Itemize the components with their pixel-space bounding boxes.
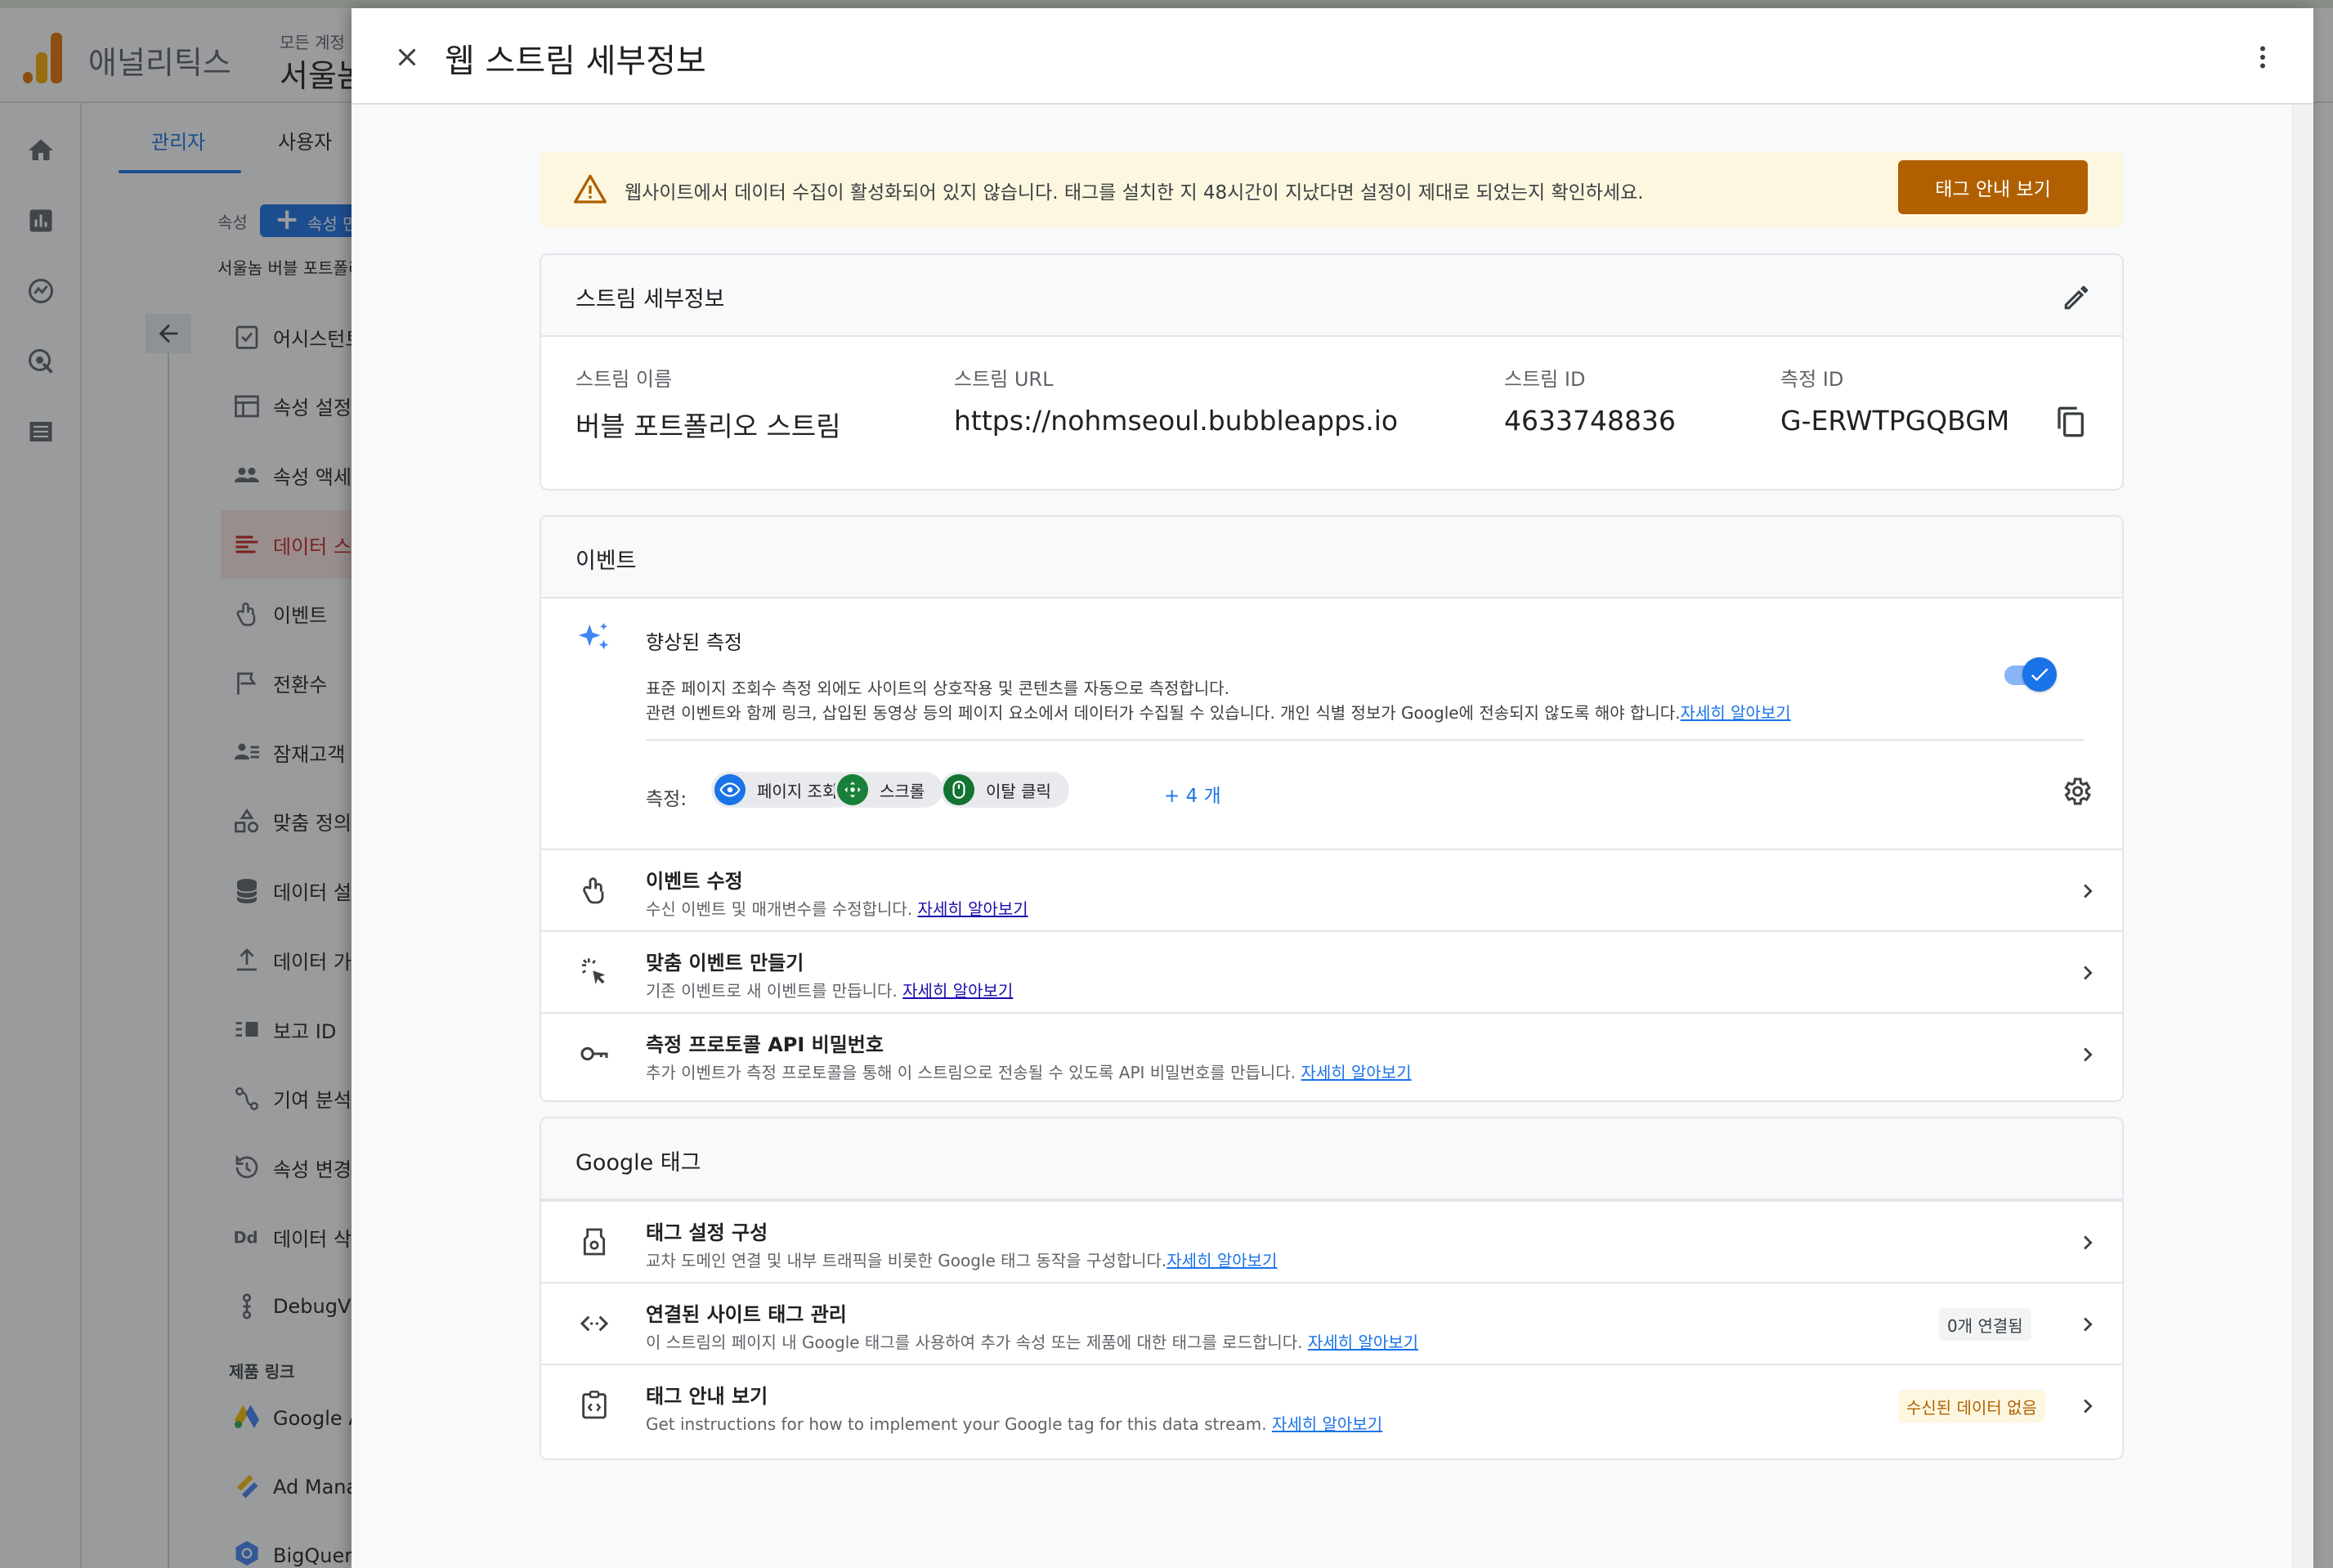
stream-id-label: 스트림 ID (1504, 368, 1586, 391)
learn-more-link[interactable]: 자세히 알아보기 (1272, 1414, 1382, 1434)
learn-more-link[interactable]: 자세히 알아보기 (918, 899, 1028, 919)
touch-icon (575, 871, 613, 909)
measurement-id-field: 측정 ID G-ERWTPGQBGM (1780, 363, 2009, 437)
chip-label: 페이지 조회 (757, 781, 838, 801)
row-desc-text: 이 스트림의 페이지 내 Google 태그를 사용하여 추가 속성 또는 제품… (646, 1333, 1303, 1352)
custom-event-icon (575, 953, 613, 991)
stream-details-header: 스트림 세부정보 (541, 255, 2122, 337)
more-vert-icon[interactable] (2243, 38, 2282, 77)
stream-url-field: 스트림 URL https://nohmseoul.bubbleapps.io (954, 363, 1398, 437)
enhanced-measurement-title: 향상된 측정 (646, 631, 743, 654)
gear-icon[interactable] (2057, 772, 2096, 811)
chevron-right-icon (2070, 1388, 2106, 1424)
learn-more-link[interactable]: 자세히 알아보기 (1166, 1251, 1277, 1270)
row-desc: Get instructions for how to implement yo… (646, 1411, 1382, 1435)
row-title: 태그 설정 구성 (646, 1221, 768, 1244)
key-icon (575, 1035, 613, 1073)
events-header: 이벤트 (541, 517, 2122, 598)
enhanced-measurement-desc-2: 관련 이벤트와 함께 링크, 삽입된 동영상 등의 페이지 요소에서 데이터가 … (646, 700, 1791, 724)
row-desc-text: 교차 도메인 연결 및 내부 트래픽을 비롯한 Google 태그 동작을 구성… (646, 1251, 1167, 1270)
close-icon[interactable] (387, 38, 427, 77)
row-title: 맞춤 이벤트 만들기 (646, 952, 804, 974)
divider (646, 739, 2084, 741)
stream-id-field: 스트림 ID 4633748836 (1504, 363, 1676, 437)
row-desc-text: 추가 이벤트가 측정 프로토콜을 통해 이 스트림으로 전송될 수 있도록 AP… (646, 1063, 1296, 1082)
warning-icon (574, 173, 607, 206)
no-data-badge: 수신된 데이터 없음 (1898, 1390, 2045, 1422)
row-desc-text: 기존 이벤트로 새 이벤트를 만듭니다. (646, 981, 898, 1001)
chip-scroll: 스크롤 (834, 772, 943, 808)
panel-title: 웹 스트림 세부정보 (445, 43, 706, 80)
row-title: 태그 안내 보기 (646, 1385, 768, 1408)
stream-url-label: 스트림 URL (954, 368, 1054, 391)
row-desc: 교차 도메인 연결 및 내부 트래픽을 비롯한 Google 태그 동작을 구성… (646, 1248, 1277, 1271)
row-desc-text: 수신 이벤트 및 매개변수를 수정합니다. (646, 899, 913, 919)
row-desc: 이 스트림의 페이지 내 Google 태그를 사용하여 추가 속성 또는 제품… (646, 1329, 1418, 1353)
modify-events-row[interactable]: 이벤트 수정 수신 이벤트 및 매개변수를 수정합니다. 자세히 알아보기 (541, 849, 2122, 930)
google-tag-heading: Google 태그 (575, 1150, 701, 1176)
google-tag-card: Google 태그 태그 설정 구성 교차 도메인 연결 및 내부 트래픽을 비… (540, 1117, 2124, 1460)
stream-url-value: https://nohmseoul.bubbleapps.io (954, 405, 1399, 437)
alert-message: 웹사이트에서 데이터 수집이 활성화되어 있지 않습니다. 태그를 설치한 지 … (625, 182, 1644, 204)
stream-name-field: 스트림 이름 버블 포트폴리오 스트림 (575, 363, 841, 444)
stream-id-value: 4633748836 (1504, 405, 1676, 437)
row-desc: 추가 이벤트가 측정 프로토콜을 통해 이 스트림으로 전송될 수 있도록 AP… (646, 1060, 1412, 1083)
enhanced-measurement-desc-text: 관련 이벤트와 함께 링크, 삽입된 동영상 등의 페이지 요소에서 데이터가 … (646, 703, 1681, 723)
code-icon (575, 1305, 613, 1342)
stream-details-heading: 스트림 세부정보 (575, 287, 725, 312)
measurement-id-label: 측정 ID (1780, 368, 1844, 391)
learn-more-link[interactable]: 자세히 알아보기 (1301, 1063, 1411, 1082)
sparkle-icon (575, 620, 613, 657)
row-title: 이벤트 수정 (646, 870, 743, 893)
data-collection-alert: 웹사이트에서 데이터 수집이 활성화되어 있지 않습니다. 태그를 설치한 지 … (540, 152, 2124, 227)
enhanced-measurement-desc: 표준 페이지 조회수 측정 외에도 사이트의 상호작용 및 콘텐츠를 자동으로 … (646, 679, 1229, 698)
measurement-protocol-row[interactable]: 측정 프로토콜 API 비밀번호 추가 이벤트가 측정 프로토콜을 통해 이 스… (541, 1012, 2122, 1094)
manage-connected-tags-row[interactable]: 연결된 사이트 태그 관리 이 스트림의 페이지 내 Google 태그를 사용… (541, 1282, 2122, 1364)
chevron-right-icon (2070, 1225, 2106, 1261)
learn-more-link[interactable]: 자세히 알아보기 (1681, 703, 1791, 723)
more-measurements-link[interactable]: + 4 개 (1164, 780, 1221, 808)
copy-icon[interactable] (2052, 402, 2091, 441)
row-title: 연결된 사이트 태그 관리 (646, 1303, 847, 1326)
events-card: 이벤트 향상된 측정 표준 페이지 조회수 측정 외에도 사이트의 상호작용 및… (540, 515, 2124, 1102)
stream-details-card: 스트림 세부정보 스트림 이름 버블 포트폴리오 스트림 스트림 URL htt… (540, 253, 2124, 491)
learn-more-link[interactable]: 자세히 알아보기 (1308, 1333, 1418, 1352)
eye-icon (714, 774, 746, 805)
check-icon (2022, 657, 2057, 692)
view-tag-instructions-button[interactable]: 태그 안내 보기 (1898, 160, 2088, 214)
create-custom-event-row[interactable]: 맞춤 이벤트 만들기 기존 이벤트로 새 이벤트를 만듭니다. 자세히 알아보기 (541, 930, 2122, 1012)
scroll-icon (837, 774, 868, 805)
chip-label: 스크롤 (880, 781, 925, 801)
stream-name-value: 버블 포트폴리오 스트림 (575, 410, 841, 442)
measurement-id-value: G-ERWTPGQBGM (1780, 405, 2010, 437)
enhanced-measurement-toggle[interactable] (2004, 657, 2057, 693)
chevron-right-icon (2070, 1037, 2106, 1073)
row-desc: 기존 이벤트로 새 이벤트를 만듭니다. 자세히 알아보기 (646, 978, 1013, 1001)
events-heading: 이벤트 (575, 549, 637, 574)
configure-tag-settings-row[interactable]: 태그 설정 구성 교차 도메인 연결 및 내부 트래픽을 비롯한 Google … (541, 1200, 2122, 1282)
panel-header: 웹 스트림 세부정보 (352, 8, 2313, 105)
row-title: 측정 프로토콜 API 비밀번호 (646, 1033, 884, 1056)
edit-pencil-icon[interactable] (2057, 278, 2096, 317)
chevron-right-icon (2070, 1306, 2106, 1342)
scrollbar[interactable] (2292, 105, 2313, 1568)
stream-name-label: 스트림 이름 (575, 368, 673, 391)
web-stream-details-panel: 웹 스트림 세부정보 웹사이트에서 데이터 수집이 활성화되어 있지 않습니다.… (352, 8, 2313, 1568)
connected-count-badge: 0개 연결됨 (1939, 1308, 2031, 1341)
tag-settings-icon (575, 1223, 613, 1261)
row-desc: 수신 이벤트 및 매개변수를 수정합니다. 자세히 알아보기 (646, 896, 1028, 920)
mouse-icon (943, 774, 974, 805)
learn-more-link[interactable]: 자세히 알아보기 (902, 981, 1013, 1001)
chip-outbound-clicks: 이탈 클릭 (940, 772, 1069, 808)
row-desc-text: Get instructions for how to implement yo… (646, 1414, 1267, 1434)
view-tag-instructions-row[interactable]: 태그 안내 보기 Get instructions for how to imp… (541, 1364, 2122, 1445)
chip-label: 이탈 클릭 (986, 781, 1051, 801)
chevron-right-icon (2070, 955, 2106, 991)
chevron-right-icon (2070, 873, 2106, 909)
tag-instructions-icon (575, 1387, 613, 1424)
google-tag-header: Google 태그 (541, 1118, 2122, 1200)
measurement-label: 측정: (646, 789, 687, 810)
